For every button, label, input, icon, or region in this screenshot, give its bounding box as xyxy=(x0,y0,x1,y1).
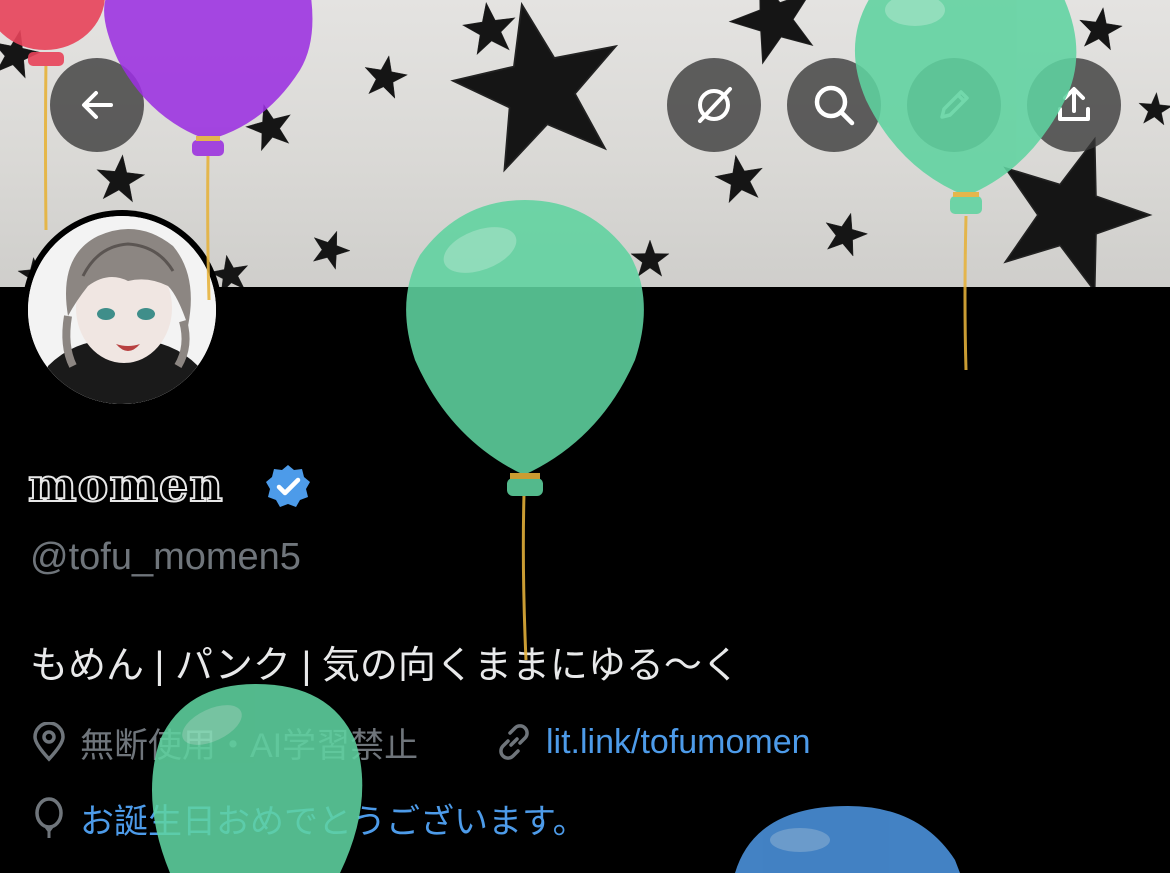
user-handle: @tofu_momen5 xyxy=(30,536,301,578)
display-name: momen xyxy=(27,457,224,513)
share-icon xyxy=(1054,85,1094,125)
location-pin-icon xyxy=(30,722,68,762)
search-button[interactable] xyxy=(787,58,881,152)
edit-button[interactable] xyxy=(907,58,1001,152)
birthday-row: お誕生日おめでとうございます。 xyxy=(30,797,587,841)
profile-page: momen @tofu_momen5 もめん | パンク | 気の向くままにゆる… xyxy=(0,0,1170,873)
balloon-icon xyxy=(30,797,68,839)
green-balloon-bottom-left xyxy=(152,684,363,873)
link-icon xyxy=(494,722,534,762)
search-icon xyxy=(811,82,857,128)
share-button[interactable] xyxy=(1027,58,1121,152)
grok-button[interactable] xyxy=(667,58,761,152)
avatar-illustration xyxy=(28,216,216,404)
verified-badge-icon[interactable] xyxy=(263,462,313,517)
location-text: 無断使用・AI学習禁止 xyxy=(80,726,419,765)
location-row: 無断使用・AI学習禁止 xyxy=(30,722,418,765)
profile-bio: もめん | パンク | 気の向くままにゆる〜く xyxy=(30,645,740,687)
avatar[interactable] xyxy=(22,210,222,410)
website-link[interactable]: lit.link/tofumomen xyxy=(546,723,811,762)
back-button[interactable] xyxy=(50,58,144,152)
blue-balloon-bottom xyxy=(735,806,960,873)
edit-pencil-icon xyxy=(934,85,974,125)
back-arrow-icon xyxy=(77,85,117,125)
birthday-message: お誕生日おめでとうございます。 xyxy=(80,802,587,841)
grok-icon xyxy=(692,83,736,127)
website-row[interactable]: lit.link/tofumomen xyxy=(494,722,811,762)
